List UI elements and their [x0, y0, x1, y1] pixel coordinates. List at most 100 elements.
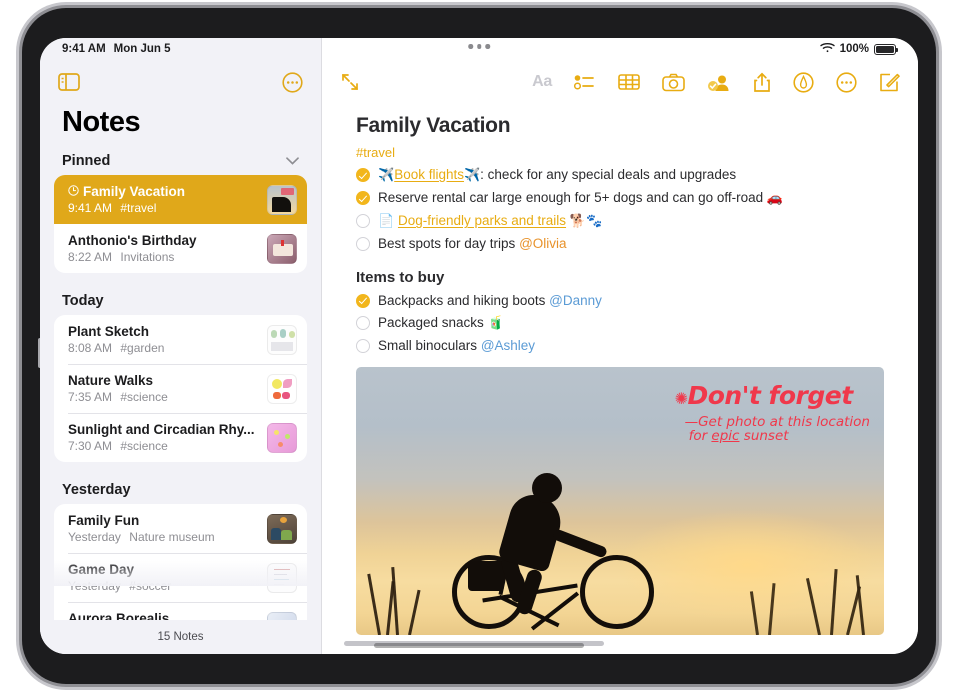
note-row-meta: 7:35 AM #science [68, 390, 259, 404]
note-detail: Nature museum [129, 530, 215, 544]
note-title-text: Aurora Borealis [68, 611, 170, 620]
more-circle-icon[interactable] [836, 71, 857, 93]
annotation-sunset: sunset [743, 428, 789, 445]
buy-item-backpacks[interactable]: Backpacks and hiking boots @Danny [356, 293, 884, 308]
checkbox-unchecked-icon[interactable] [356, 338, 370, 353]
note-title-text: Sunlight and Circadian Rhy... [68, 422, 255, 437]
note-row-aurora-borealis[interactable]: Aurora Borealis Yesterday Collisions wit… [54, 602, 307, 620]
note-row-nature-walks[interactable]: Nature Walks 7:35 AM #science [54, 364, 307, 413]
note-row-meta: 8:22 AM Invitations [68, 250, 259, 264]
dog-parks-link[interactable]: Dog-friendly parks and trails [398, 213, 566, 228]
checkbox-unchecked-icon[interactable] [356, 214, 370, 228]
note-row-family-vacation[interactable]: Family Vacation 9:41 AM #travel [54, 175, 307, 224]
note-heading: Family Vacation [356, 114, 511, 137]
note-row-text: Anthonio's Birthday 8:22 AM Invitations [68, 233, 259, 264]
note-title-text: Family Fun [68, 513, 140, 528]
add-collaborator-icon[interactable] [707, 73, 731, 92]
mention-ashley[interactable]: @Ashley [481, 338, 535, 353]
note-list[interactable]: Pinned Family Vacation 9:41 AM #travel A… [40, 145, 321, 620]
note-group-today: Plant Sketch 8:08 AM #garden Nature Walk… [54, 315, 307, 462]
buy-text: Backpacks and hiking boots [378, 293, 546, 308]
note-toolbar: Aa [322, 60, 918, 104]
checklist-item-book-flights[interactable]: ✈️Book flights✈️: check for any special … [356, 167, 884, 183]
chevron-down-icon[interactable] [286, 154, 299, 168]
handwritten-annotation: ✺Don't forget —Get photo at this locatio… [675, 381, 870, 444]
section-header-pinned: Pinned [40, 145, 321, 175]
format-aa-button[interactable]: Aa [532, 73, 552, 91]
note-tag[interactable]: #travel [356, 145, 884, 160]
checklist-text: Best spots for day trips [378, 236, 516, 251]
expand-diagonal-icon[interactable] [340, 72, 360, 92]
note-row-family-fun[interactable]: Family Fun Yesterday Nature museum [54, 504, 307, 553]
note-detail-pane: Aa Family Vacation #travel ✈️Book flight… [322, 38, 918, 654]
section-label: Yesterday [62, 482, 131, 498]
note-detail: #science [120, 439, 168, 453]
checkbox-checked-icon[interactable] [356, 168, 370, 182]
note-row-plant-sketch[interactable]: Plant Sketch 8:08 AM #garden [54, 315, 307, 364]
multitasking-handle[interactable] [468, 44, 490, 49]
annotation-dont-forget: Don't forget [687, 381, 853, 410]
buy-item-binoculars[interactable]: Small binoculars @Ashley [356, 338, 884, 353]
note-title-text: Family Vacation [83, 184, 186, 199]
ipad-screen: Notes Pinned Family Vacation 9:41 AM #tr… [40, 38, 918, 654]
checklist-item-rental-car[interactable]: Reserve rental car large enough for 5+ d… [356, 190, 884, 206]
checklist-item-text: Best spots for day trips @Olivia [378, 236, 567, 251]
mention-olivia[interactable]: @Olivia [519, 236, 566, 251]
note-row-text: Game Day Yesterday #soccer [68, 562, 259, 593]
note-body[interactable]: Family Vacation #travel ✈️Book flights✈️… [322, 104, 918, 654]
note-row-sunlight-circadian[interactable]: Sunlight and Circadian Rhy... 7:30 AM #s… [54, 413, 307, 462]
sidebar-toggle-icon[interactable] [58, 73, 80, 91]
checklist-icon[interactable] [574, 73, 596, 91]
note-row-text: Aurora Borealis Yesterday Collisions wit… [68, 611, 259, 620]
buy-item-snacks[interactable]: Packaged snacks 🧃 [356, 315, 884, 331]
note-row-meta: 9:41 AM #travel [68, 201, 259, 215]
note-row-text: Nature Walks 7:35 AM #science [68, 373, 259, 404]
game-day-thumb [267, 562, 297, 593]
note-time: Yesterday [68, 579, 121, 593]
note-row-game-day[interactable]: Game Day Yesterday #soccer [54, 553, 307, 602]
rider-arm [551, 528, 609, 559]
checkbox-unchecked-icon[interactable] [356, 316, 370, 330]
ipad-device-frame: Notes Pinned Family Vacation 9:41 AM #tr… [22, 8, 936, 684]
grass-blade [805, 577, 821, 635]
notes-sidebar: Notes Pinned Family Vacation 9:41 AM #tr… [40, 38, 322, 654]
markup-pen-icon[interactable] [793, 71, 814, 93]
share-icon[interactable] [753, 72, 771, 93]
mention-danny[interactable]: @Danny [549, 293, 602, 308]
checkbox-checked-icon[interactable] [356, 191, 370, 205]
sunlight-thumb [267, 422, 297, 453]
checklist-item-dog-parks[interactable]: 📄 Dog-friendly parks and trails 🐕🐾 [356, 213, 884, 229]
note-time: Yesterday [68, 530, 121, 544]
note-title-text: Game Day [68, 562, 135, 577]
note-row-meta: 8:08 AM #garden [68, 341, 259, 355]
note-title-text: Anthonio's Birthday [68, 233, 197, 248]
juice-box-icon: 🧃 [487, 315, 504, 330]
table-icon[interactable] [618, 73, 640, 91]
section-header-yesterday: Yesterday [40, 474, 321, 504]
checkbox-checked-icon[interactable] [356, 293, 370, 308]
note-row-meta: Yesterday #soccer [68, 579, 259, 593]
compose-icon[interactable] [879, 72, 900, 93]
checklist-text: Reserve rental car large enough for 5+ d… [378, 190, 764, 205]
note-row-anthonios-birthday[interactable]: Anthonio's Birthday 8:22 AM Invitations [54, 224, 307, 273]
annotation-for: for [688, 428, 708, 445]
camera-icon[interactable] [662, 73, 685, 92]
airplane-icon: ✈️ [378, 167, 395, 182]
more-circle-icon[interactable] [282, 71, 303, 93]
handle-dot [476, 44, 482, 49]
grass-blade [855, 575, 865, 635]
buy-text: Packaged snacks [378, 315, 484, 330]
annotation-line-3: for epic sunset [689, 429, 870, 443]
checklist-item-day-trips[interactable]: Best spots for day trips @Olivia [356, 236, 884, 251]
note-group-yesterday: Family Fun Yesterday Nature museum Game … [54, 504, 307, 620]
sidebar-toolbar [40, 60, 321, 104]
buy-item-text: Small binoculars @Ashley [378, 338, 535, 353]
note-photo-attachment[interactable]: ✺Don't forget —Get photo at this locatio… [356, 367, 884, 635]
home-indicator[interactable] [374, 643, 584, 648]
buy-text: Small binoculars [378, 338, 478, 353]
note-title-text: Plant Sketch [68, 324, 150, 339]
section-label: Today [62, 293, 104, 309]
checkbox-unchecked-icon[interactable] [356, 236, 370, 251]
book-flights-link[interactable]: Book flights [394, 167, 464, 182]
rider-head [532, 473, 562, 503]
